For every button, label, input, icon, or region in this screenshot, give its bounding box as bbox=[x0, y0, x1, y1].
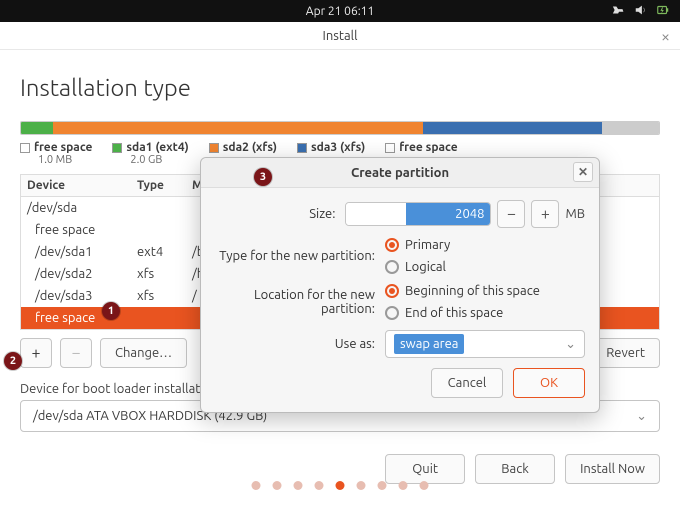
cell-device: /dev/sda1 bbox=[27, 245, 137, 259]
legend-item: free space1.0 MB bbox=[20, 141, 92, 166]
back-button[interactable]: Back bbox=[475, 454, 555, 484]
legend-item: sda2 (xfs) bbox=[209, 141, 277, 154]
annotation-badge-3: 3 bbox=[254, 168, 272, 186]
legend-label: sda2 (xfs) bbox=[223, 141, 277, 154]
legend-label: sda3 (xfs) bbox=[311, 141, 365, 154]
legend-swatch bbox=[112, 143, 122, 153]
legend-swatch bbox=[20, 143, 30, 153]
legend-item: sda3 (xfs) bbox=[297, 141, 365, 154]
cell-device: /dev/sda3 bbox=[27, 289, 137, 303]
radio-primary[interactable]: Primary bbox=[385, 238, 450, 252]
cell-device: /dev/sda2 bbox=[27, 267, 137, 281]
size-unit: MB bbox=[565, 207, 585, 221]
window-title: Install bbox=[323, 29, 358, 43]
dialog-ok-button[interactable]: OK bbox=[513, 368, 585, 398]
legend-item: free space bbox=[385, 141, 457, 154]
size-decrement-button[interactable]: − bbox=[497, 200, 525, 228]
legend-label: free space bbox=[399, 141, 457, 154]
size-input[interactable]: 2048 bbox=[345, 202, 491, 226]
cell-device: free space bbox=[27, 223, 137, 237]
radio-logical[interactable]: Logical bbox=[385, 260, 446, 274]
legend-label: free space bbox=[34, 141, 92, 154]
dialog-title: Create partition bbox=[351, 166, 449, 180]
change-partition-button[interactable]: Change… bbox=[100, 338, 187, 368]
size-label: Size: bbox=[215, 207, 345, 221]
disk-segment bbox=[602, 122, 659, 134]
disk-segment bbox=[21, 122, 53, 134]
cell-type: ext4 bbox=[137, 245, 192, 259]
annotation-badge-1: 1 bbox=[102, 302, 120, 320]
legend-swatch bbox=[297, 143, 307, 153]
cell-device: /dev/sda bbox=[27, 201, 137, 215]
add-partition-button[interactable]: + bbox=[20, 338, 52, 368]
chevron-down-icon: ⌄ bbox=[636, 409, 647, 424]
page-title: Installation type bbox=[20, 74, 660, 101]
legend-item: sda1 (ext4)2.0 GB bbox=[112, 141, 188, 166]
legend-sub: 1.0 MB bbox=[38, 154, 92, 166]
top-menubar: Apr 21 06:11 bbox=[0, 0, 680, 22]
clock: Apr 21 06:11 bbox=[306, 5, 374, 18]
disk-usage-bar bbox=[20, 121, 660, 135]
useas-value: swap area bbox=[394, 334, 464, 354]
network-icon[interactable] bbox=[612, 3, 626, 20]
window-titlebar: Install × bbox=[0, 22, 680, 50]
cell-type bbox=[137, 311, 192, 325]
radio-begin[interactable]: Beginning of this space bbox=[385, 284, 540, 298]
cell-type: xfs bbox=[137, 267, 192, 281]
cell-type bbox=[137, 223, 192, 237]
legend-swatch bbox=[209, 143, 219, 153]
legend-label: sda1 (ext4) bbox=[126, 141, 188, 154]
type-label: Type for the new partition: bbox=[215, 249, 385, 263]
battery-icon[interactable] bbox=[656, 3, 670, 20]
cell-device: free space bbox=[27, 311, 137, 325]
useas-select[interactable]: swap area ⌄ bbox=[385, 330, 585, 358]
chevron-down-icon: ⌄ bbox=[565, 337, 576, 352]
cell-type: xfs bbox=[137, 289, 192, 303]
dialog-close-button[interactable]: ✕ bbox=[573, 162, 593, 182]
size-value: 2048 bbox=[406, 203, 490, 225]
disk-segment bbox=[423, 122, 602, 134]
create-partition-dialog: Create partition ✕ Size: 2048 − + MB Typ… bbox=[200, 157, 600, 413]
useas-label: Use as: bbox=[215, 337, 385, 351]
disk-segment bbox=[53, 122, 423, 134]
legend-swatch bbox=[385, 143, 395, 153]
location-label: Location for the new partition: bbox=[215, 288, 385, 316]
cell-type bbox=[137, 201, 192, 215]
radio-end[interactable]: End of this space bbox=[385, 306, 503, 320]
volume-icon[interactable] bbox=[634, 3, 648, 20]
quit-button[interactable]: Quit bbox=[385, 454, 465, 484]
page-indicator bbox=[252, 481, 429, 490]
size-increment-button[interactable]: + bbox=[531, 200, 559, 228]
annotation-badge-2: 2 bbox=[4, 352, 22, 370]
col-device: Device bbox=[27, 179, 137, 192]
remove-partition-button[interactable]: − bbox=[60, 338, 92, 368]
install-now-button[interactable]: Install Now bbox=[565, 454, 660, 484]
legend-sub: 2.0 GB bbox=[130, 154, 188, 166]
revert-button[interactable]: Revert bbox=[591, 338, 660, 368]
dialog-cancel-button[interactable]: Cancel bbox=[431, 368, 503, 398]
window-close-button[interactable]: × bbox=[661, 28, 670, 46]
col-type: Type bbox=[137, 179, 192, 192]
